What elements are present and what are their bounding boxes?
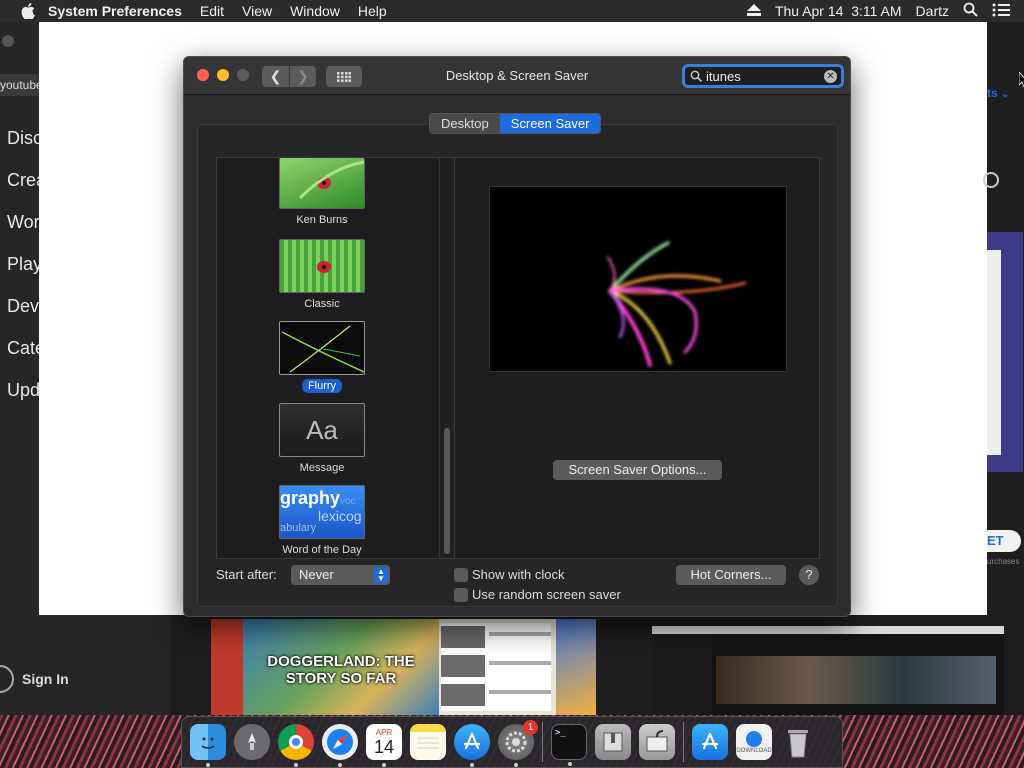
search-icon (690, 70, 702, 82)
archive-utility-icon[interactable] (595, 724, 631, 760)
menu-window[interactable]: Window (290, 3, 340, 19)
trash-icon[interactable] (780, 724, 816, 760)
show-with-clock-checkbox[interactable]: Show with clock (454, 567, 564, 582)
app-store-content-edge: ts ⌄ ET urchases (983, 22, 1024, 615)
screen-saver-list[interactable]: Ken Burns Classic Flurry Aa Message grap… (216, 157, 453, 559)
notification-center-icon[interactable] (992, 3, 1010, 20)
launchpad-icon[interactable] (234, 724, 270, 760)
screen-saver-item-word-of-the-day[interactable]: graphy lexicog abulary voc Word of the D… (217, 485, 427, 558)
show-with-clock-label: Show with clock (472, 567, 565, 582)
terminal-prompt: >_ (555, 728, 566, 738)
menubar-clock[interactable]: Thu Apr 14 3:11 AM (775, 3, 902, 19)
menu-edit[interactable]: Edit (200, 3, 224, 19)
thumb-word: abulary (280, 522, 317, 534)
chevron-updown-icon: ▲ ▼ (374, 567, 388, 583)
checkbox-box[interactable] (454, 567, 468, 582)
system-preferences-icon[interactable]: 1 (498, 720, 538, 767)
article-list-preview (441, 623, 551, 711)
screen-saver-item-classic[interactable]: Classic (217, 239, 427, 312)
eject-icon[interactable] (746, 3, 761, 19)
calendar-month: APR (375, 727, 393, 737)
list-scrollbar[interactable] (439, 158, 453, 558)
screen-saver-label: Word of the Day (282, 544, 362, 556)
message-thumbnail: Aa (279, 403, 365, 457)
random-screen-saver-label: Use random screen saver (472, 587, 621, 602)
window-close-dot[interactable] (2, 35, 14, 47)
notification-badge: 1 (523, 720, 538, 735)
apple-menu-icon[interactable] (20, 3, 36, 19)
start-after-value: Never (299, 567, 334, 582)
downloads-stack-icon[interactable]: DOWNLOAD (736, 724, 772, 760)
promo-banner[interactable] (987, 232, 1023, 472)
app-store-icon[interactable] (454, 724, 490, 767)
screen-saver-item-ken-burns[interactable]: Ken Burns (217, 158, 427, 228)
menubar-user[interactable]: Dartz (916, 3, 949, 19)
clear-search-icon[interactable]: ✕ (824, 70, 837, 83)
classic-thumbnail (279, 239, 365, 293)
see-all-link[interactable]: ts ⌄ (987, 86, 1009, 100)
spotlight-icon[interactable] (963, 2, 978, 20)
preview-pane: Screen Saver Options... (454, 157, 820, 559)
sign-in-label: Sign In (22, 671, 69, 687)
safari-icon[interactable] (322, 724, 358, 767)
tab-desktop[interactable]: Desktop (430, 114, 500, 133)
desktop-screen-saver-window: ❮ ❯ Desktop & Screen Saver ✕ Desktop Scr… (183, 56, 851, 617)
screen-saver-options-button[interactable]: Screen Saver Options... (553, 460, 722, 480)
start-after-label: Start after: (216, 567, 277, 582)
dock-separator (542, 722, 543, 762)
pane-tabs: Desktop Screen Saver (429, 113, 602, 134)
app-store-folder-icon[interactable] (692, 724, 728, 760)
thumb-word: voc (340, 496, 356, 507)
user-avatar-icon (0, 665, 14, 693)
screen-saver-controls: Start after: Never ▲ ▼ Show with clock Us… (216, 565, 826, 605)
dock-separator (683, 722, 684, 762)
message-thumbnail-text: Aa (306, 414, 338, 445)
get-button[interactable]: ET (987, 530, 1021, 552)
hot-corners-button[interactable]: Hot Corners... (676, 565, 786, 585)
thumb-word: lexicog (318, 508, 362, 524)
thumbnail-title: DOGGERLAND: THE STORY SO FAR (267, 653, 415, 687)
terminal-icon[interactable]: >_ (551, 724, 587, 766)
screen-saver-label: Classic (304, 298, 340, 310)
notes-icon[interactable] (410, 724, 446, 760)
screen-saver-label: Message (299, 462, 345, 474)
thumb-word: graphy (280, 488, 341, 508)
title-bar: ❮ ❯ Desktop & Screen Saver ✕ (184, 57, 850, 95)
sidebar-search-field[interactable]: youtube (0, 74, 44, 96)
video-row-preview (716, 656, 996, 704)
info-icon[interactable] (983, 172, 999, 188)
system-information-icon[interactable] (639, 724, 675, 760)
screen-saver-item-message[interactable]: Aa Message (217, 403, 427, 476)
streaming-app-thumbnail[interactable] (652, 626, 1004, 716)
screen-saver-preview (489, 186, 787, 372)
calendar-day: 14 (373, 736, 395, 757)
random-screen-saver-checkbox[interactable]: Use random screen saver (454, 587, 621, 602)
help-button[interactable]: ? (799, 565, 819, 585)
menu-bar: System Preferences Edit View Window Help… (0, 0, 1024, 22)
menu-view[interactable]: View (242, 3, 272, 19)
search-input[interactable] (706, 68, 796, 84)
start-after-select[interactable]: Never ▲ ▼ (291, 565, 390, 585)
menu-help[interactable]: Help (358, 3, 387, 19)
screen-saver-label-selected: Flurry (301, 379, 343, 393)
flurry-thumbnail (279, 321, 365, 375)
in-app-purchases-note: urchases (987, 557, 1020, 566)
word-of-the-day-thumbnail: graphy lexicog abulary voc (279, 485, 365, 539)
sign-in-button[interactable]: Sign In (0, 664, 69, 694)
ken-burns-thumbnail (279, 158, 365, 209)
chrome-icon[interactable] (278, 724, 314, 767)
preferences-search-field[interactable]: ✕ (682, 64, 844, 88)
screen-saver-item-flurry[interactable]: Flurry (217, 321, 427, 394)
article-thumbnail[interactable]: DOGGERLAND: THE STORY SO FAR (211, 619, 596, 715)
download-label: DOWNLOAD (736, 748, 772, 754)
screen-saver-label: Ken Burns (296, 214, 348, 226)
app-name-menu[interactable]: System Preferences (48, 3, 182, 19)
scrollbar-thumb[interactable] (444, 428, 450, 554)
finder-icon[interactable] (190, 724, 226, 767)
calendar-icon[interactable]: APR 14 (366, 724, 402, 767)
dock: APR 14 1 >_ DOWNLOAD (181, 716, 843, 768)
checkbox-box[interactable] (454, 587, 468, 602)
mouse-cursor-icon (1019, 72, 1024, 88)
tab-screen-saver[interactable]: Screen Saver (499, 114, 601, 133)
